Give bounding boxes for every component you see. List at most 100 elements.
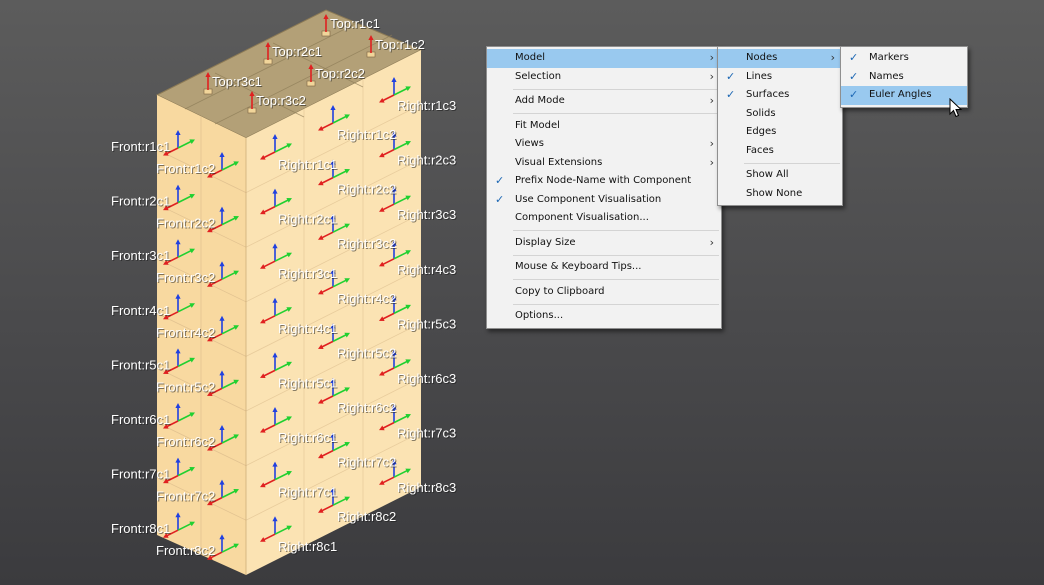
node-name-label: Front:r1c1	[111, 139, 170, 154]
node-name-label: Right:r1c2	[337, 127, 396, 142]
menu-item-faces[interactable]: Faces	[718, 142, 842, 161]
menu-item-label: Show All	[746, 169, 789, 180]
node-name-label: Front:r1c2	[156, 161, 215, 176]
menu-item-label: Nodes	[746, 52, 778, 63]
menu-item-display-size[interactable]: Display Size ›	[487, 234, 721, 253]
menu-item-nodes[interactable]: Nodes ›	[718, 49, 842, 68]
node-name-label: Front:r7c2	[156, 489, 215, 504]
node-name-label: Top:r2c1	[272, 44, 322, 59]
menu-item-label: Faces	[746, 144, 774, 156]
node-name-label: Top:r3c2	[256, 93, 306, 108]
node-name-label: Right:r7c3	[397, 426, 456, 441]
menu-separator	[513, 303, 719, 305]
menu-item-label: Add Mode	[515, 95, 565, 106]
node-name-label: Top:r1c1	[330, 16, 380, 31]
node-name-label: Front:r7c1	[111, 467, 170, 482]
menu-item-options[interactable]: Options...	[487, 307, 721, 326]
menu-item-label: Lines	[746, 70, 773, 82]
node-name-label: Right:r1c3	[397, 98, 456, 113]
node-name-label: Right:r4c3	[397, 262, 456, 277]
menu-item-lines[interactable]: ✓ Lines	[718, 68, 842, 87]
model-submenu: Nodes › ✓ Lines ✓ Surfaces Solids Edges Faces Sho…	[717, 46, 843, 206]
menu-item-label: Component Visualisation...	[515, 212, 649, 223]
node-name-label: Top:r2c2	[315, 66, 365, 81]
menu-item-label: Edges	[746, 126, 777, 137]
context-menu: Model › Selection › Add Mode › Fit Model Views ›…	[486, 46, 722, 329]
menu-item-label: Prefix Node-Name with Component	[515, 175, 692, 186]
node-name-label: Front:r8c2	[156, 543, 215, 558]
node-name-label: Front:r6c2	[156, 434, 215, 449]
node-name-label: Front:r8c1	[111, 521, 170, 536]
checkmark-icon: ✓	[495, 192, 505, 206]
node-name-label: Right:r5c1	[278, 375, 337, 390]
chevron-right-icon: ›	[709, 137, 714, 150]
menu-item-label: Views	[515, 138, 544, 149]
menu-item-use-component-visualisation[interactable]: ✓ Use Component Visualisation	[487, 191, 721, 210]
chevron-right-icon: ›	[709, 155, 714, 169]
menu-item-fit-model[interactable]: Fit Model	[487, 117, 721, 136]
node-name-label: Front:r4c2	[156, 325, 215, 340]
node-name-label: Front:r2c1	[111, 194, 170, 209]
menu-item-copy-to-clipboard[interactable]: Copy to Clipboard	[487, 283, 721, 302]
chevron-right-icon: ›	[709, 69, 714, 83]
menu-item-label: Visual Extensions	[515, 156, 603, 168]
menu-item-label: Copy to Clipboard	[515, 285, 605, 297]
menu-item-markers[interactable]: ✓ Markers	[841, 49, 967, 68]
menu-item-prefix-node-name-with-component[interactable]: ✓ Prefix Node-Name with Component	[487, 172, 721, 191]
menu-item-edges[interactable]: Edges	[718, 123, 842, 142]
menu-item-label: Mouse & Keyboard Tips...	[515, 261, 642, 272]
menu-item-label: Use Component Visualisation	[515, 193, 662, 205]
node-name-label: Right:r5c2	[337, 345, 396, 360]
menu-item-mouse-keyboard-tips[interactable]: Mouse & Keyboard Tips...	[487, 258, 721, 277]
menu-item-label: Options...	[515, 310, 564, 321]
node-name-label: Right:r6c3	[397, 371, 456, 386]
checkmark-icon: ✓	[726, 88, 736, 101]
menu-item-component-visualisation[interactable]: Component Visualisation...	[487, 209, 721, 228]
mouse-pointer-icon	[949, 98, 963, 118]
menu-separator	[513, 254, 719, 256]
menu-item-label: Display Size	[515, 236, 576, 248]
node-name-label: Right:r5c3	[397, 316, 456, 331]
menu-item-selection[interactable]: Selection ›	[487, 68, 721, 87]
menu-item-solids[interactable]: Solids	[718, 105, 842, 124]
node-name-label: Right:r8c2	[337, 509, 396, 524]
node-name-label: Right:r8c3	[397, 480, 456, 495]
node-name-label: Right:r2c1	[278, 212, 337, 227]
node-name-label: Front:r5c2	[156, 379, 215, 394]
menu-item-names[interactable]: ✓ Names	[841, 68, 967, 87]
menu-item-model[interactable]: Model ›	[487, 49, 721, 68]
chevron-right-icon: ›	[830, 51, 835, 64]
menu-item-label: Names	[869, 70, 904, 82]
checkmark-icon: ✓	[849, 69, 859, 83]
node-name-label: Front:r5c1	[111, 357, 170, 372]
node-name-label: Right:r7c2	[337, 455, 396, 470]
checkmark-icon: ✓	[726, 69, 736, 83]
menu-separator	[744, 162, 840, 164]
node-name-label: Front:r3c2	[156, 270, 215, 285]
node-name-label: Right:r8c1	[278, 539, 337, 554]
menu-item-show-none[interactable]: Show None	[718, 185, 842, 204]
menu-item-label: Solids	[746, 107, 776, 119]
menu-separator	[513, 113, 719, 114]
node-name-label: Right:r3c2	[337, 236, 396, 251]
node-name-label: Right:r3c3	[397, 207, 456, 222]
menu-separator	[513, 88, 719, 90]
menu-item-show-all[interactable]: Show All	[718, 166, 842, 185]
menu-separator	[513, 230, 719, 231]
node-name-label: Right:r2c2	[337, 182, 396, 197]
chevron-right-icon: ›	[709, 51, 714, 64]
menu-item-add-mode[interactable]: Add Mode ›	[487, 92, 721, 111]
node-name-label: Front:r4c1	[111, 303, 170, 318]
menu-item-label: Fit Model	[515, 119, 560, 131]
node-name-label: Top:r3c1	[212, 74, 262, 89]
menu-item-views[interactable]: Views ›	[487, 135, 721, 154]
menu-item-visual-extensions[interactable]: Visual Extensions ›	[487, 154, 721, 173]
checkmark-icon: ✓	[849, 88, 859, 101]
node-name-label: Right:r4c1	[278, 321, 337, 336]
node-name-label: Front:r6c1	[111, 412, 170, 427]
menu-item-label: Selection	[515, 70, 562, 82]
node-name-label: Right:r2c3	[397, 153, 456, 168]
node-name-label: Front:r2c2	[156, 216, 215, 231]
menu-item-surfaces[interactable]: ✓ Surfaces	[718, 86, 842, 105]
menu-item-label: Euler Angles	[869, 89, 932, 100]
